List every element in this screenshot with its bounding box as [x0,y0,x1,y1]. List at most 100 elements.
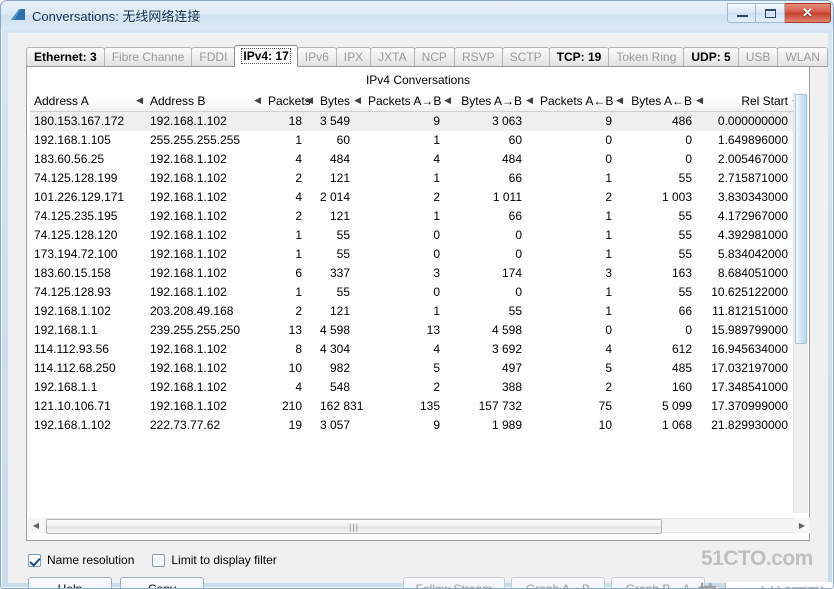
horizontal-scroll-thumb[interactable]: ||| [46,519,662,534]
table-cell: 13 [426,322,440,337]
tab-udp-5[interactable]: UDP: 5 [683,47,739,67]
column-sort-handle-icon[interactable]: ◀ [444,95,451,106]
table-row[interactable]: 183.60.15.158 192.168.1.102 6 337 3 174 3 163 8.… [30,264,796,283]
table-row[interactable]: 192.168.1.105 255.255.255.255 1 60 1 60 0 0 1.64… [30,131,796,150]
tab-tcp-19[interactable]: TCP: 19 [548,47,610,67]
tab-usb[interactable]: USB [737,47,779,67]
column-header-bytes[interactable]: Bytes ◀ [316,93,364,112]
table-cell: 192.168.1.102 [146,111,264,131]
column-sort-handle-icon[interactable]: ◀ [616,95,623,106]
table-row[interactable]: 173.194.72.100 192.168.1.102 1 55 0 0 1 55 5.834… [30,245,796,264]
table-row[interactable]: 74.125.235.195 192.168.1.102 2 121 1 66 1 55 4.1… [30,207,796,226]
table-cell: 55 [678,246,692,261]
tab-fddi[interactable]: FDDI [191,47,236,67]
table-row[interactable]: 114.112.93.56 192.168.1.102 8 4 304 4 3 692 4 6… [30,340,796,359]
table-cell: 192.168.1.102 [150,341,227,356]
table-cell: 55 [678,284,692,299]
vertical-scroll-thumb[interactable] [795,94,807,344]
tab-ipv4-17[interactable]: IPv4: 17 [234,45,298,67]
close-button[interactable]: ✕ [785,3,831,23]
table-vertical-scrollbar[interactable] [793,93,808,513]
table-cell: 1 [605,170,612,185]
table-row[interactable]: 183.60.56.25 192.168.1.102 4 484 4 484 0 0 2.005… [30,150,796,169]
table-row[interactable]: 74.125.128.199 192.168.1.102 2 121 1 66 1 55 2.7… [30,169,796,188]
table-cell: 10 [598,417,612,432]
tab-ipv6[interactable]: IPv6 [296,47,337,67]
table-row[interactable]: 192.168.1.1 192.168.1.102 4 548 2 388 2 160 17.3… [30,378,796,397]
help-button[interactable]: Help [28,577,112,588]
table-row[interactable]: 180.153.167.172 192.168.1.102 18 3 549 9 3 06… [30,111,796,131]
table-cell: 192.168.1.102 [34,417,111,432]
tab-jxta[interactable]: JXTA [370,47,415,67]
column-sort-handle-icon[interactable]: ◀ [136,95,143,106]
table-cell: 4 [295,151,302,166]
table-cell: 497 [501,360,522,375]
tab-wlan[interactable]: WLAN [777,47,829,67]
column-header-bytes-a-b[interactable]: Bytes A←B ◀ [626,93,706,112]
table-cell: 255.255.255.255 [150,132,241,147]
table-cell: 17.370999000 [711,398,788,413]
table-cell: 192.168.1.105 [34,132,111,147]
table-row[interactable]: 101.226.129.171 192.168.1.102 4 2 014 2 1 011… [30,188,796,207]
table-row[interactable]: 74.125.128.120 192.168.1.102 1 55 0 0 1 55 4.392… [30,226,796,245]
minimize-button[interactable] [727,3,756,23]
tab-sctp[interactable]: SCTP [501,47,550,67]
table-cell: 1 [605,284,612,299]
window-controls: ✕ [727,3,831,24]
table-cell: 163 [671,265,692,280]
table-row[interactable]: 192.168.1.102 203.208.49.168 2 121 1 55 1 66 11.… [30,302,796,321]
tab-label: NCP [421,50,447,64]
table-cell: 135 [419,398,440,413]
table-cell: 337 [329,265,350,280]
table-cell: 192.168.1.102 [34,303,111,318]
maximize-button[interactable] [756,3,785,23]
table-cell: 2.005467000 [717,151,788,166]
table-header-row: Address A ◀ Address B ◀ Packets ◀ Bytes ◀ Packet… [30,93,796,112]
column-sort-handle-icon[interactable]: ◀ [254,95,261,106]
tab-token-ring[interactable]: Token Ring [608,47,685,67]
table-row[interactable]: 74.125.128.93 192.168.1.102 1 55 0 0 1 55 10.625… [30,283,796,302]
name-resolution-checkbox[interactable]: Name resolution [28,553,134,567]
table-cell: 1 [295,132,302,147]
tab-fibre-channe[interactable]: Fibre Channe [103,47,193,67]
tab-rsvp[interactable]: RSVP [453,47,503,67]
column-header-packets-a-b[interactable]: Packets A→B ◀ [364,93,454,112]
table-cell: 1 [605,208,612,223]
column-header-packets[interactable]: Packets ◀ [264,93,316,112]
table-row[interactable]: 192.168.1.102 222.73.77.62 19 3 057 9 1 989 10… [30,416,796,435]
scroll-right-arrow[interactable]: ▶ [794,518,810,533]
title-bar: Conversations: 无线网络连接 ✕ [1,1,833,29]
table-cell: 4.172967000 [717,208,788,223]
table-cell: 192.168.1.102 [150,189,227,204]
table-cell: 239.255.255.250 [150,322,241,337]
column-header-address-a[interactable]: Address A ◀ [30,93,146,112]
graph-a-to-b-button[interactable]: Graph A→B [511,577,605,588]
table-cell: 55 [678,208,692,223]
follow-stream-button[interactable]: Follow Stream [403,577,505,588]
limit-to-display-filter-label: Limit to display filter [171,553,277,567]
column-sort-handle-icon[interactable]: ◀ [354,95,361,106]
copy-button[interactable]: Copy [120,577,204,588]
table-horizontal-scrollbar[interactable]: ◀ ||| ▶ [28,517,810,534]
column-header-address-b[interactable]: Address B ◀ [146,93,264,112]
tab-ncp[interactable]: NCP [413,47,455,67]
column-sort-handle-icon[interactable]: ◀ [306,95,313,106]
limit-to-display-filter-checkbox[interactable]: Limit to display filter [152,553,277,567]
column-header-rel-start[interactable]: Rel Start◀ [706,93,796,112]
conversations-window: Conversations: 无线网络连接 ✕ Ethernet: 3 Fibre… [0,0,834,589]
tab-ethernet-3[interactable]: Ethernet: 3 [26,47,105,67]
table-cell: 121.10.106.71 [34,398,111,413]
maximize-icon [765,9,776,18]
table-row[interactable]: 192.168.1.1 239.255.255.250 13 4 598 13 4 598… [30,321,796,340]
column-sort-handle-icon[interactable]: ◀ [696,95,703,106]
column-header-packets-a-b[interactable]: Packets A←B ◀ [536,93,626,112]
column-sort-handle-icon[interactable]: ◀ [526,95,533,106]
scroll-left-arrow[interactable]: ◀ [28,518,44,533]
table-row[interactable]: 121.10.106.71 192.168.1.102 210 162 831 135 1… [30,397,796,416]
tab-ipx[interactable]: IPX [335,47,372,67]
column-header-bytes-a-b[interactable]: Bytes A→B ◀ [454,93,536,112]
horizontal-scroll-track[interactable]: ||| [44,518,794,534]
table-cell: 1 [295,284,302,299]
table-row[interactable]: 114.112.68.250 192.168.1.102 10 982 5 497 5 485… [30,359,796,378]
graph-b-to-a-button[interactable]: Graph B→A [611,577,705,588]
